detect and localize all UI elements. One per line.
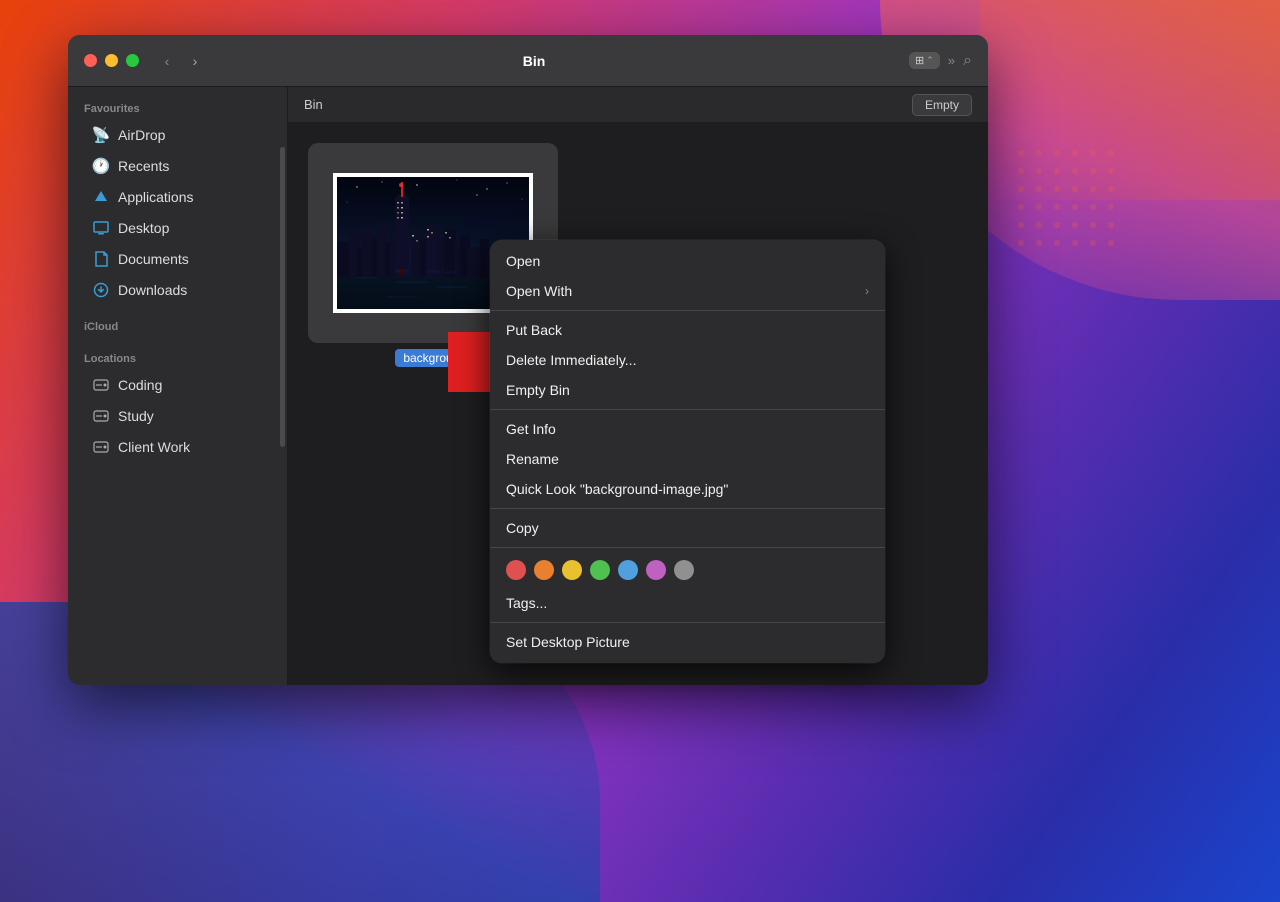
locations-section-label: Locations [68, 345, 287, 369]
traffic-lights [84, 54, 139, 67]
breadcrumb-bar: Bin Empty [288, 87, 988, 123]
study-drive-icon [92, 407, 110, 425]
search-icon[interactable]: ⌕ [963, 52, 972, 70]
sidebar: Favourites 📡 AirDrop 🕐 Recents Applicati… [68, 87, 288, 685]
favourites-section-label: Favourites [68, 95, 287, 119]
sidebar-item-label-airdrop: AirDrop [118, 127, 165, 143]
recents-icon: 🕐 [92, 157, 110, 175]
menu-item-get-info[interactable]: Get Info [490, 414, 885, 444]
airdrop-icon: 📡 [92, 126, 110, 144]
menu-separator-5 [490, 622, 885, 623]
menu-item-empty-bin[interactable]: Empty Bin [490, 375, 885, 405]
maximize-button[interactable] [126, 54, 139, 67]
menu-separator-1 [490, 310, 885, 311]
sidebar-item-label-study: Study [118, 408, 154, 424]
title-bar: ‹ › Bin ⊞⌃ » ⌕ [68, 35, 988, 87]
color-tags-row [490, 552, 885, 588]
menu-item-set-desktop[interactable]: Set Desktop Picture [490, 627, 885, 657]
sidebar-item-label-applications: Applications [118, 189, 194, 205]
color-tag-blue[interactable] [618, 560, 638, 580]
sidebar-item-label-client-work: Client Work [118, 439, 190, 455]
menu-separator-3 [490, 508, 885, 509]
sidebar-item-applications[interactable]: Applications [76, 182, 279, 212]
sidebar-item-label-downloads: Downloads [118, 282, 187, 298]
decorative-dots [1018, 150, 1120, 252]
sidebar-item-study[interactable]: Study [76, 401, 279, 431]
sidebar-scrollbar[interactable] [280, 147, 285, 447]
color-tag-red[interactable] [506, 560, 526, 580]
context-menu: Open Open With › Put Back Delete Immedia… [490, 240, 885, 663]
color-tag-yellow[interactable] [562, 560, 582, 580]
breadcrumb: Bin [304, 97, 912, 112]
coding-drive-icon [92, 376, 110, 394]
menu-item-delete-immediately[interactable]: Delete Immediately... [490, 345, 885, 375]
minimize-button[interactable] [105, 54, 118, 67]
client-work-drive-icon [92, 438, 110, 456]
view-toggle[interactable]: ⊞⌃ [909, 52, 940, 69]
sidebar-item-label-desktop: Desktop [118, 220, 169, 236]
sidebar-item-coding[interactable]: Coding [76, 370, 279, 400]
close-button[interactable] [84, 54, 97, 67]
sidebar-item-label-documents: Documents [118, 251, 189, 267]
menu-item-open[interactable]: Open [490, 246, 885, 276]
window-title: Bin [159, 53, 909, 69]
sidebar-item-label-coding: Coding [118, 377, 162, 393]
icloud-section-label: iCloud [68, 313, 287, 337]
color-tag-purple[interactable] [646, 560, 666, 580]
toolbar-right: ⊞⌃ » ⌕ [909, 52, 972, 70]
menu-item-quick-look[interactable]: Quick Look "background-image.jpg" [490, 474, 885, 504]
menu-item-rename[interactable]: Rename [490, 444, 885, 474]
color-tag-gray[interactable] [674, 560, 694, 580]
applications-icon [92, 188, 110, 206]
menu-item-put-back[interactable]: Put Back [490, 315, 885, 345]
sidebar-item-airdrop[interactable]: 📡 AirDrop [76, 120, 279, 150]
color-tag-orange[interactable] [534, 560, 554, 580]
color-tag-green[interactable] [590, 560, 610, 580]
submenu-arrow-icon: › [865, 284, 869, 298]
sidebar-item-client-work[interactable]: Client Work [76, 432, 279, 462]
downloads-icon [92, 281, 110, 299]
menu-item-open-with[interactable]: Open With › [490, 276, 885, 306]
documents-icon [92, 250, 110, 268]
sidebar-item-label-recents: Recents [118, 158, 169, 174]
menu-separator-4 [490, 547, 885, 548]
menu-item-copy[interactable]: Copy [490, 513, 885, 543]
more-options-icon[interactable]: » [948, 53, 955, 68]
empty-button[interactable]: Empty [912, 94, 972, 116]
sidebar-item-desktop[interactable]: Desktop [76, 213, 279, 243]
file-label-background: backgrou... [395, 349, 470, 367]
desktop-icon [92, 219, 110, 237]
sidebar-item-recents[interactable]: 🕐 Recents [76, 151, 279, 181]
sidebar-item-documents[interactable]: Documents [76, 244, 279, 274]
menu-separator-2 [490, 409, 885, 410]
menu-item-tags[interactable]: Tags... [490, 588, 885, 618]
sidebar-item-downloads[interactable]: Downloads [76, 275, 279, 305]
